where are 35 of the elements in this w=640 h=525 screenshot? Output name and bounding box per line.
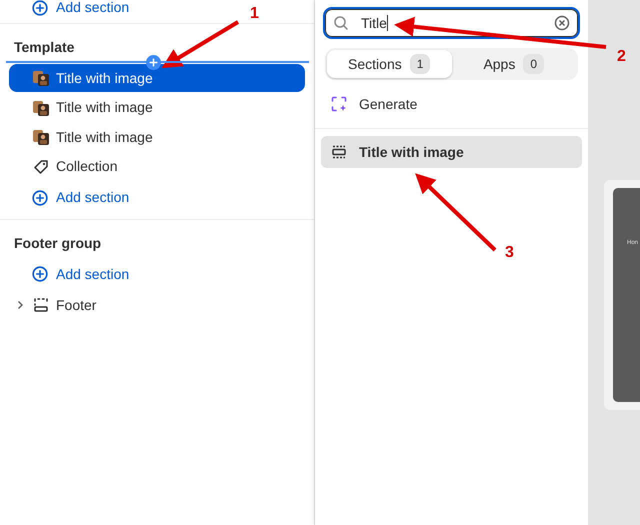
footer-layout-icon bbox=[32, 296, 50, 314]
image-thumbnail-icon bbox=[32, 98, 50, 116]
search-icon bbox=[333, 15, 349, 31]
sparkle-frame-icon bbox=[331, 96, 347, 112]
count-badge: 0 bbox=[523, 54, 544, 74]
group-title: Footer group bbox=[13, 234, 102, 252]
annotation-number: 3 bbox=[505, 243, 514, 263]
generate-link[interactable]: Generate bbox=[359, 94, 418, 114]
section-item[interactable]: Title with image bbox=[9, 64, 305, 92]
add-section-link[interactable]: Add section bbox=[56, 264, 130, 284]
plus-icon[interactable] bbox=[146, 55, 161, 70]
chevron-right-icon[interactable] bbox=[15, 300, 25, 310]
add-icon bbox=[32, 0, 48, 16]
drop-indicator[interactable] bbox=[6, 55, 309, 70]
clear-icon[interactable] bbox=[554, 15, 570, 31]
group-title: Template bbox=[13, 38, 76, 56]
annotation-number: 1 bbox=[250, 4, 259, 24]
tab[interactable]: Apps 0 bbox=[452, 50, 576, 78]
result-item[interactable]: Title with image bbox=[321, 136, 582, 168]
image-thumbnail-icon bbox=[32, 128, 50, 146]
add-icon bbox=[32, 190, 48, 206]
tab[interactable]: Sections 1 bbox=[327, 50, 452, 78]
annotation-number: 2 bbox=[617, 47, 626, 67]
section-layout-icon bbox=[331, 144, 347, 160]
tag-icon bbox=[32, 158, 50, 176]
section-item[interactable]: Collection bbox=[9, 152, 305, 180]
section-item[interactable]: Footer bbox=[9, 291, 305, 319]
section-item[interactable]: Title with image bbox=[9, 94, 305, 122]
add-section-link[interactable]: Add section bbox=[56, 187, 130, 208]
count-badge: 1 bbox=[410, 54, 430, 74]
add-icon bbox=[32, 266, 48, 282]
add-section-link[interactable]: Add section bbox=[56, 0, 130, 18]
search-field[interactable]: Title bbox=[323, 7, 580, 39]
image-thumbnail-icon bbox=[32, 69, 50, 87]
section-item[interactable]: Title with image bbox=[9, 123, 305, 151]
